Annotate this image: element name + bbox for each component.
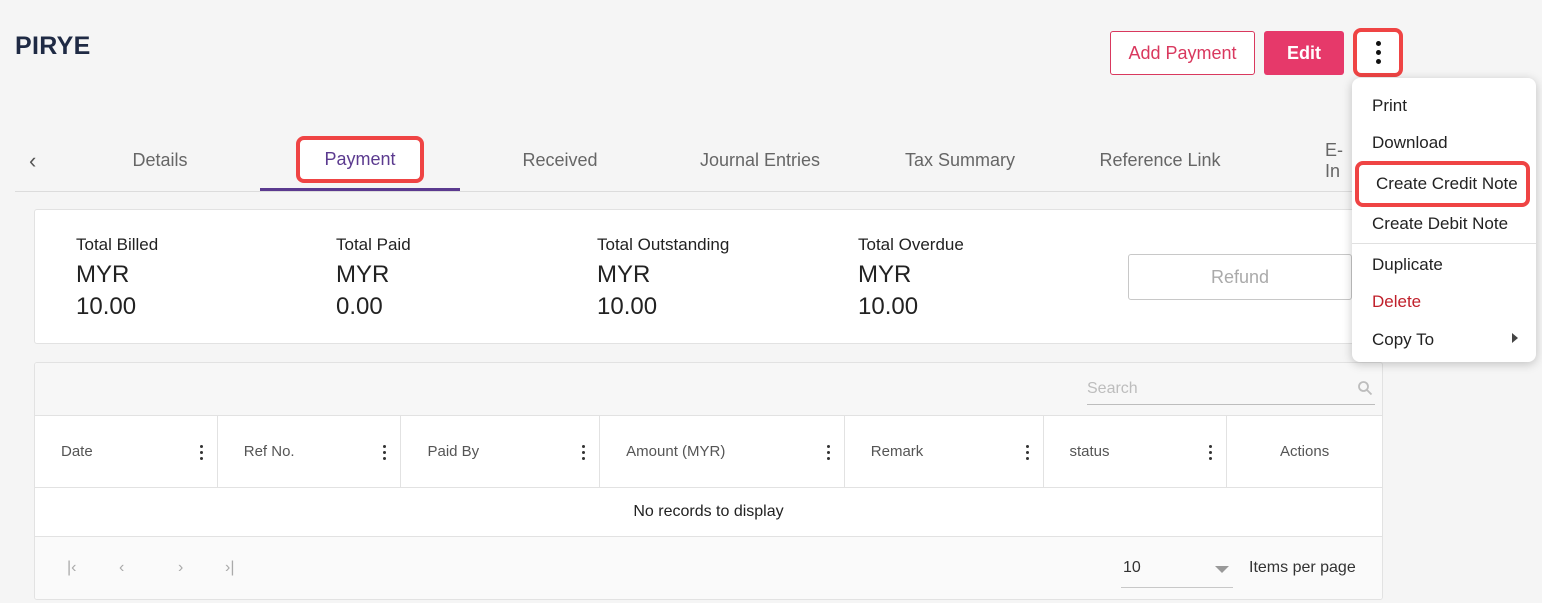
stat-amount: 10.00 xyxy=(76,293,137,320)
more-options-menu: Print Download Create Credit Note Create… xyxy=(1352,78,1536,362)
column-header-paid-by[interactable]: Paid By xyxy=(401,416,601,487)
stat-label: Total Paid xyxy=(336,235,411,254)
column-header-ref-no[interactable]: Ref No. xyxy=(218,416,402,487)
column-menu-icon[interactable] xyxy=(582,445,586,460)
column-label: Actions xyxy=(1280,443,1330,460)
tab-payment[interactable]: Payment xyxy=(260,130,460,191)
more-options-button[interactable] xyxy=(1353,28,1403,77)
next-page-icon[interactable]: › xyxy=(178,559,183,577)
column-menu-icon[interactable] xyxy=(199,445,203,460)
items-per-page-label: Items per page xyxy=(1249,559,1356,576)
tab-reference-link[interactable]: Reference Link xyxy=(1060,130,1260,191)
stat-label: Total Outstanding xyxy=(597,235,730,254)
column-menu-icon[interactable] xyxy=(1025,445,1029,460)
stat-amount: 10.00 xyxy=(597,293,658,320)
menu-item-duplicate[interactable]: Duplicate xyxy=(1352,246,1536,283)
column-label: Ref No. xyxy=(243,443,295,460)
stat-currency: MYR xyxy=(76,261,130,288)
stat-amount: 10.00 xyxy=(858,293,919,320)
stat-total-outstanding: Total Outstanding MYR 10.00 xyxy=(597,235,729,321)
refund-button[interactable]: Refund xyxy=(1128,254,1352,300)
menu-item-create-debit-note[interactable]: Create Debit Note xyxy=(1352,207,1536,241)
column-label: Date xyxy=(61,443,93,460)
add-payment-button[interactable]: Add Payment xyxy=(1110,31,1255,75)
tab-bar: ‹ Details Payment Received Journal Entri… xyxy=(15,130,1355,192)
column-label: status xyxy=(1069,443,1110,460)
previous-page-icon[interactable]: ‹ xyxy=(119,559,124,577)
tab-tax-summary[interactable]: Tax Summary xyxy=(860,130,1060,191)
payment-summary-card: Total Billed MYR 10.00 Total Paid MYR 0.… xyxy=(34,209,1380,344)
search-icon[interactable] xyxy=(1357,380,1373,396)
stat-total-paid: Total Paid MYR 0.00 xyxy=(336,235,411,321)
stat-amount: 0.00 xyxy=(336,293,383,320)
stat-label: Total Billed xyxy=(76,235,159,254)
column-label: Amount (MYR) xyxy=(626,443,726,460)
stat-total-overdue: Total Overdue MYR 10.00 xyxy=(858,235,964,321)
stat-currency: MYR xyxy=(336,261,390,288)
column-header-status[interactable]: status xyxy=(1044,416,1228,487)
page-title: PIRYE xyxy=(15,32,91,60)
first-page-icon[interactable]: |‹ xyxy=(67,559,76,577)
menu-item-print[interactable]: Print xyxy=(1352,87,1536,124)
search-box xyxy=(1087,373,1375,405)
stat-label: Total Overdue xyxy=(858,235,964,254)
tab-received[interactable]: Received xyxy=(460,130,660,191)
tab-payment-label: Payment xyxy=(296,135,424,183)
menu-item-delete[interactable]: Delete xyxy=(1352,283,1536,320)
caret-right-icon xyxy=(1512,333,1518,343)
tab-details[interactable]: Details xyxy=(60,130,260,191)
stat-total-billed: Total Billed MYR 10.00 xyxy=(76,235,158,321)
empty-message: No records to display xyxy=(35,488,1382,537)
stat-currency: MYR xyxy=(858,261,912,288)
menu-item-download[interactable]: Download xyxy=(1352,124,1536,161)
menu-item-copy-to[interactable]: Copy To xyxy=(1352,320,1536,360)
search-input[interactable] xyxy=(1087,373,1375,404)
column-menu-icon[interactable] xyxy=(383,445,387,460)
stat-currency: MYR xyxy=(597,261,651,288)
menu-divider xyxy=(1352,243,1536,244)
chevron-left-icon[interactable]: ‹ xyxy=(29,148,36,174)
tab-journal-entries[interactable]: Journal Entries xyxy=(660,130,860,191)
payments-grid: Date Ref No. Paid By Amount (MYR) Remark… xyxy=(34,362,1383,600)
more-vertical-icon xyxy=(1375,41,1381,64)
page-size-value: 10 xyxy=(1123,559,1141,576)
table-header: Date Ref No. Paid By Amount (MYR) Remark… xyxy=(35,416,1382,488)
column-header-remark[interactable]: Remark xyxy=(845,416,1044,487)
column-header-actions: Actions xyxy=(1227,416,1382,487)
tab-e-invoice[interactable]: E-In xyxy=(1260,130,1355,191)
last-page-icon[interactable]: ›| xyxy=(225,559,234,577)
chevron-down-icon xyxy=(1215,566,1229,573)
grid-toolbar xyxy=(35,363,1382,416)
menu-item-label: Copy To xyxy=(1372,330,1435,349)
column-label: Paid By xyxy=(427,443,480,460)
page-size-select[interactable]: 10 xyxy=(1121,552,1233,588)
edit-button[interactable]: Edit xyxy=(1264,31,1344,75)
column-header-date[interactable]: Date xyxy=(35,416,218,487)
column-menu-icon[interactable] xyxy=(826,445,830,460)
pager: |‹ ‹ › ›| 10 Items per page xyxy=(35,537,1382,599)
column-menu-icon[interactable] xyxy=(1209,445,1213,460)
menu-item-create-credit-note[interactable]: Create Credit Note xyxy=(1355,161,1530,207)
column-header-amount[interactable]: Amount (MYR) xyxy=(600,416,845,487)
column-label: Remark xyxy=(870,443,924,460)
